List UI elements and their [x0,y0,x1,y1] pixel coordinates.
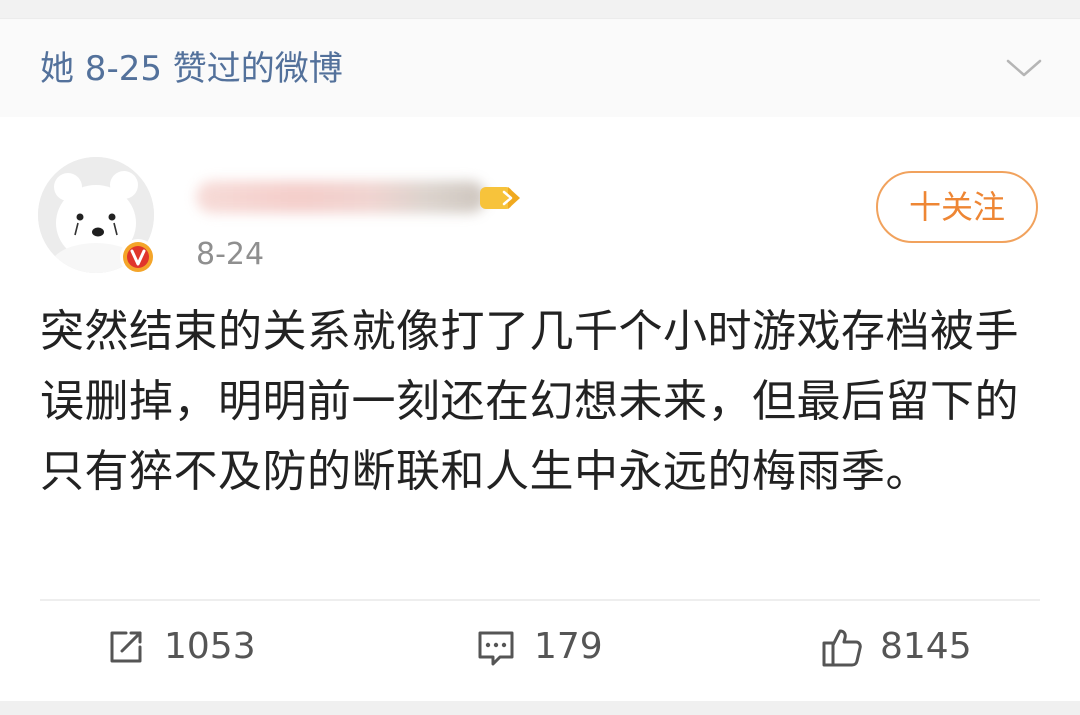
post-body-text: 突然结束的关系就像打了几千个小时游戏存档被手误删掉，明明前一刻还在幻想未来，但最… [40,306,1019,497]
username-redacted[interactable] [196,175,520,219]
repost-icon [110,631,142,663]
vip-member-icon [480,187,520,209]
thumbs-up-icon [822,629,862,667]
weibo-liked-post-screen: 她 8-25 赞过的微博 8-24 十关注 突然结束的关系就像打了几千个小时游戏… [0,0,1080,715]
liked-posts-title: 她 8-25 赞过的微博 [40,49,343,89]
bottom-spacer [0,701,1080,715]
comment-icon [478,631,514,666]
username-blur-mask [196,181,486,213]
repost-action[interactable]: 1053 [104,623,256,671]
follow-button[interactable]: 十关注 [876,171,1038,243]
comment-action[interactable]: 179 [474,623,603,671]
post-date: 8-24 [196,237,265,272]
action-divider [40,599,1040,601]
liked-posts-header[interactable]: 她 8-25 赞过的微博 [0,18,1080,118]
chevron-down-icon[interactable] [1004,53,1044,83]
repost-count: 1053 [164,626,256,667]
like-action[interactable]: 8145 [820,623,972,671]
comment-count: 179 [534,626,603,667]
verified-badge-icon [120,239,156,275]
post-card: 8-24 十关注 突然结束的关系就像打了几千个小时游戏存档被手误删掉，明明前一刻… [0,117,1080,701]
like-count: 8145 [880,626,972,667]
